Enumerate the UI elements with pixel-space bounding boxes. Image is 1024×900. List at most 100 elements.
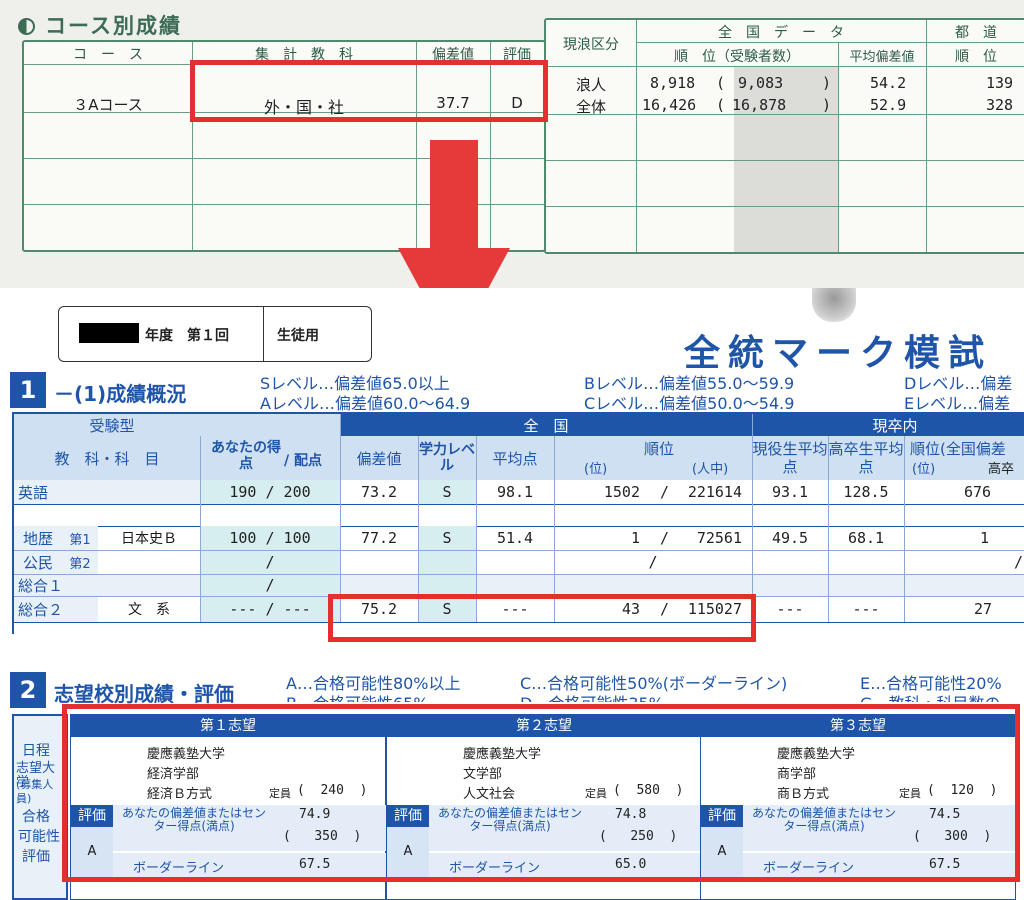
- header-subject: 教 科・科 目: [14, 436, 200, 480]
- course-name: ３Aコース: [73, 96, 143, 114]
- side-label-possibility: 可能性: [18, 829, 60, 845]
- row-group-rank-slash: /: [1014, 553, 1024, 571]
- header-group-rank: 順位(全国偏差: [910, 440, 1006, 458]
- header-course: コ ー ス: [73, 47, 143, 63]
- header-pref-rank: 順 位: [955, 49, 997, 65]
- row-rank: 1502: [603, 483, 640, 501]
- shaded-column: [734, 66, 838, 252]
- header-max-score: / 配点: [284, 453, 322, 469]
- header-group-rank-unit: (位): [912, 462, 936, 477]
- row-current-avg: 93.1: [771, 483, 809, 501]
- row-rank-cell: 1502 / 221614: [554, 480, 752, 504]
- header-current-avg: 現役生平均点: [752, 436, 828, 480]
- pref-rank-value: 328: [986, 96, 1014, 114]
- divider: [838, 42, 839, 252]
- row-grad-avg: 68.1: [847, 529, 885, 547]
- header-max-score-label: 配点: [294, 453, 322, 469]
- choice-side-labels: 日程 志望大学 (募集人員) 合格 可能性 評価: [12, 714, 68, 900]
- row-grad-avg: ---: [852, 600, 880, 618]
- row-rank-slash: /: [660, 483, 670, 501]
- header-rank: 順 位（受験者数）: [674, 49, 800, 65]
- national-data-table: 現浪区分 全 国 デ ー タ 都 道 順 位（受験者数） 平均偏差値 順 位 浪…: [544, 18, 1024, 254]
- row-max: 100: [283, 529, 311, 547]
- row-course: 文 系: [128, 602, 170, 618]
- row-rank-slash: /: [660, 529, 670, 547]
- divider: [636, 20, 637, 252]
- row-subject: 地歴: [14, 526, 62, 550]
- row-score: ---: [229, 600, 257, 618]
- divider: [14, 550, 1024, 551]
- row-total: 221614: [687, 483, 742, 501]
- row-max: 200: [283, 483, 311, 501]
- divider: [546, 66, 1024, 67]
- row-score: 100: [229, 529, 257, 547]
- row-score-slash: /: [200, 550, 340, 574]
- divider: [340, 414, 341, 622]
- row-score-slash: /: [200, 574, 340, 596]
- legend-item: Cレベル…偏差値50.0〜54.9: [584, 394, 795, 413]
- divider: [752, 414, 753, 622]
- header-avg-deviation: 平均偏差値: [849, 50, 915, 65]
- header-people-unit: (人中): [692, 462, 729, 477]
- section-title: －(1)成績概況: [54, 382, 187, 406]
- status-label: 浪人: [575, 76, 606, 94]
- header-average: 平均点: [476, 436, 554, 480]
- row-subject: 総合２: [14, 596, 98, 622]
- copy-label: 生徒用: [277, 328, 319, 344]
- row-level-empty: [418, 550, 476, 574]
- divider: [546, 160, 1024, 161]
- row-deviation: 77.2: [360, 529, 398, 547]
- row-course: 日本史Ｂ: [121, 531, 177, 547]
- loading-spinner-icon: [812, 288, 856, 322]
- course-results-panel: コース別成績 コ ー ス 集 計 教 科 偏差値 評価 ３Aコース 外・国・社 …: [0, 0, 1024, 288]
- rank-value: 16,426: [642, 96, 697, 114]
- row-current-avg: ---: [776, 600, 804, 618]
- half-circle-icon: [18, 18, 35, 35]
- highlight-box-total: [328, 594, 756, 642]
- row-group-rank: 1: [980, 529, 990, 547]
- legend-item: Eレベル…偏差: [904, 394, 1011, 413]
- header-rank: 順位: [644, 440, 675, 458]
- rank-count-open: (: [716, 74, 726, 92]
- legend-item: D…合格可能性35%: [520, 690, 664, 702]
- course-results-title-text: コース別成績: [45, 14, 182, 38]
- row-grad-avg: 128.5: [843, 483, 889, 501]
- row-level-empty: [418, 574, 476, 596]
- header-grad-avg: 高卒生平均点: [828, 436, 904, 480]
- header-rank-unit: (位): [584, 462, 608, 477]
- highlight-box-course: [190, 60, 548, 122]
- header-exam-type: 受験型: [14, 414, 210, 436]
- header-score: あなたの得点 / 配点: [200, 436, 340, 480]
- header-level: 学力レベル: [418, 436, 476, 480]
- course-results-title: コース別成績: [18, 10, 182, 40]
- row-sub: 第1: [62, 526, 98, 550]
- header-group-rank-sub: 高卒: [988, 462, 1015, 477]
- header-prefecture: 都 道: [955, 25, 997, 41]
- section-number: 2: [10, 672, 46, 708]
- row-average: 98.1: [496, 483, 534, 501]
- header-group-rank-cell: 順位(全国偏差 (位) 高卒: [904, 436, 1024, 480]
- row-sub: 第2: [62, 550, 98, 574]
- redacted-year: [79, 323, 139, 343]
- divider: [14, 574, 1024, 575]
- row-score-cell: --- / ---: [200, 596, 340, 622]
- rank-count-open: (: [716, 96, 726, 114]
- side-label-capacity: (募集人員): [16, 778, 54, 805]
- count-value: 16,878: [732, 96, 787, 114]
- row-total: 72561: [696, 529, 742, 547]
- row-deviation: 73.2: [360, 483, 398, 501]
- header-national: 全 国: [340, 414, 752, 436]
- exam-title: 全統マーク模試: [684, 333, 993, 374]
- row-rank-cell: 1 / 72561: [554, 526, 752, 550]
- pref-rank-value: 139: [986, 74, 1014, 92]
- avg-value: 52.9: [870, 96, 907, 114]
- row-average: 51.4: [496, 529, 534, 547]
- exam-header-box: 年度 第１回 生徒用: [58, 306, 372, 362]
- side-label-pass: 合格: [22, 809, 50, 825]
- divider: [200, 436, 201, 622]
- legend-item: Aレベル…偏差値60.0〜64.9: [260, 394, 471, 413]
- row-subject: 公民: [14, 550, 62, 574]
- divider: [828, 436, 829, 622]
- side-label-schedule: 日程: [22, 743, 50, 759]
- row-subject: 総合１: [14, 574, 200, 596]
